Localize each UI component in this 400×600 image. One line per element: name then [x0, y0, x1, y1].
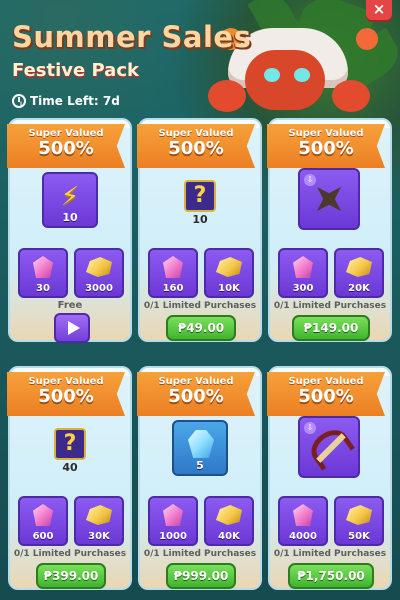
gold-qty: 30K: [88, 531, 110, 542]
gem-tile[interactable]: 4000: [278, 496, 328, 546]
purchase-limit: 0/1 Limited Purchases: [143, 301, 257, 311]
main-item-tile[interactable]: ⚡ 10: [42, 172, 98, 228]
offer-card: Super Valued 500% ⚡ 10 30 3000 Free: [7, 118, 132, 343]
gold-nugget-icon: [216, 257, 242, 277]
flower-decoration: [356, 28, 378, 50]
main-item-tile[interactable]: ? 10: [172, 172, 228, 228]
value-ribbon: Super Valued 500%: [137, 372, 255, 416]
gold-nugget-icon: [86, 505, 112, 525]
offer-card: Super Valued 500% ? 40 600 30K 0/1 Limit…: [7, 366, 132, 590]
purchase-limit: 0/1 Limited Purchases: [143, 549, 257, 559]
close-button[interactable]: ×: [366, 0, 392, 20]
buy-button[interactable]: ₱49.00: [166, 315, 236, 341]
mystery-box-icon: ?: [184, 180, 216, 212]
main-item-qty: 5: [196, 459, 204, 472]
upgrade-badge-icon: ⇩: [304, 174, 316, 186]
pink-gem-icon: [33, 504, 53, 526]
main-item-qty: 10: [62, 211, 78, 224]
ribbon-value: 500%: [38, 386, 94, 407]
lightning-icon: ⚡: [60, 182, 80, 212]
gem-qty: 1000: [159, 531, 187, 542]
gold-tile[interactable]: 50K: [334, 496, 384, 546]
pink-gem-icon: [163, 504, 183, 526]
offer-card: Super Valued 500% 5 1000 40K 0/1 Limited…: [137, 366, 262, 590]
purchase-limit: 0/1 Limited Purchases: [13, 549, 127, 559]
buy-button[interactable]: ₱399.00: [36, 563, 106, 589]
mystery-box-icon: ?: [54, 428, 86, 460]
main-item-tile[interactable]: ⇩: [298, 416, 360, 478]
gold-tile[interactable]: 3000: [74, 248, 124, 298]
value-ribbon: Super Valued 500%: [7, 372, 125, 416]
time-left: Time Left: 7d: [12, 94, 120, 108]
main-item-tile[interactable]: ? 40: [42, 420, 98, 476]
value-ribbon: Super Valued 500%: [267, 372, 385, 416]
crossbow-icon: [305, 423, 355, 471]
gem-tile[interactable]: 1000: [148, 496, 198, 546]
ribbon-value: 500%: [298, 386, 354, 407]
mascot-eye: [264, 68, 280, 82]
buy-button[interactable]: ₱999.00: [166, 563, 236, 589]
upgrade-badge-icon: ⇩: [304, 422, 316, 434]
main-item-qty: 10: [192, 213, 208, 226]
gold-tile[interactable]: 40K: [204, 496, 254, 546]
offer-card: Super Valued 500% ⇩ 300 20K 0/1 Limited …: [267, 118, 392, 342]
gem-qty: 4000: [289, 531, 317, 542]
gem-qty: 300: [292, 283, 314, 294]
page-subtitle: Festive Pack: [12, 60, 139, 81]
mascot-claw: [208, 80, 246, 112]
pink-gem-icon: [293, 504, 313, 526]
mascot-eye: [294, 68, 310, 82]
gold-nugget-icon: [346, 505, 372, 525]
gold-nugget-icon: [86, 257, 112, 277]
pink-gem-icon: [163, 256, 183, 278]
gold-tile[interactable]: 10K: [204, 248, 254, 298]
offer-card: Super Valued 500% ⇩ 4000 50K 0/1 Limited…: [267, 366, 392, 590]
ribbon-value: 500%: [298, 138, 354, 159]
gold-nugget-icon: [346, 257, 372, 277]
buy-button[interactable]: ₱1,750.00: [288, 563, 374, 589]
main-item-qty: 40: [62, 461, 78, 474]
gold-tile[interactable]: 20K: [334, 248, 384, 298]
offer-card: Super Valued 500% ? 10 160 10K 0/1 Limit…: [137, 118, 262, 342]
gem-tile[interactable]: 600: [18, 496, 68, 546]
gem-qty: 600: [32, 531, 54, 542]
gold-qty: 3000: [85, 283, 113, 294]
purchase-limit: 0/1 Limited Purchases: [273, 549, 387, 559]
buy-button[interactable]: ₱149.00: [292, 315, 370, 341]
value-ribbon: Super Valued 500%: [137, 124, 255, 168]
gold-qty: 40K: [218, 531, 240, 542]
purchase-limit: 0/1 Limited Purchases: [273, 301, 387, 311]
free-label: Free: [57, 300, 83, 311]
watch-ad-play-button[interactable]: [54, 313, 90, 343]
gold-qty: 50K: [348, 531, 370, 542]
blue-crystal-icon: [188, 430, 214, 458]
time-left-label: Time Left: 7d: [30, 94, 120, 108]
gem-qty: 160: [162, 283, 184, 294]
ribbon-value: 500%: [168, 386, 224, 407]
value-ribbon: Super Valued 500%: [267, 124, 385, 168]
clock-icon: [12, 94, 26, 108]
mascot-claw: [332, 80, 370, 112]
value-ribbon: Super Valued 500%: [7, 124, 125, 168]
gold-nugget-icon: [216, 505, 242, 525]
pink-gem-icon: [293, 256, 313, 278]
pink-gem-icon: [33, 256, 53, 278]
ribbon-value: 500%: [168, 138, 224, 159]
ribbon-value: 500%: [38, 138, 94, 159]
gem-tile[interactable]: 160: [148, 248, 198, 298]
gem-tile[interactable]: 30: [18, 248, 68, 298]
page-title: Summer Sales: [12, 20, 252, 54]
gold-qty: 20K: [348, 283, 370, 294]
main-item-tile[interactable]: ⇩: [298, 168, 360, 230]
gold-qty: 10K: [218, 283, 240, 294]
gem-tile[interactable]: 300: [278, 248, 328, 298]
gold-tile[interactable]: 30K: [74, 496, 124, 546]
gem-qty: 30: [36, 283, 50, 294]
mascot-face: [245, 50, 325, 110]
main-item-tile[interactable]: 5: [172, 420, 228, 476]
